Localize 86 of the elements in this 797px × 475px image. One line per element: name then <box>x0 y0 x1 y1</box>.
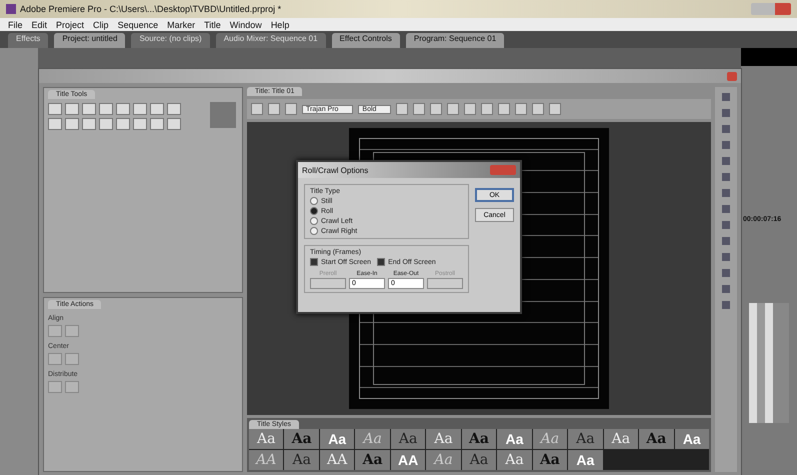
style-swatch[interactable]: AA <box>320 450 354 470</box>
align-icon[interactable] <box>48 353 62 365</box>
style-swatch[interactable]: Aa <box>604 429 638 449</box>
toolbar-icon[interactable] <box>498 103 510 115</box>
align-icon[interactable] <box>65 353 79 365</box>
panel-tab[interactable]: Effects <box>8 33 48 48</box>
close-icon[interactable] <box>727 72 737 80</box>
tool-icon[interactable] <box>48 103 62 115</box>
style-swatch[interactable]: Aa <box>497 450 532 470</box>
panel-tab[interactable]: Audio Mixer: Sequence 01 <box>216 33 326 48</box>
tool-icon[interactable] <box>167 118 181 130</box>
toolbar-icon[interactable] <box>396 103 408 115</box>
panel-tab[interactable]: Source: (no clips) <box>131 33 210 48</box>
tool-icon[interactable] <box>150 103 164 115</box>
menu-item[interactable]: Title <box>204 20 221 30</box>
toolbar-icon[interactable] <box>532 103 544 115</box>
menu-item[interactable]: Clip <box>93 20 109 30</box>
menu-item[interactable]: File <box>8 20 23 30</box>
style-swatch[interactable]: AA <box>390 450 426 470</box>
window-title: Adobe Premiere Pro - C:\Users\...\Desktop\TVBD\Untitled.prproj * <box>20 4 282 14</box>
style-swatch[interactable]: Aa <box>674 429 709 449</box>
tool-icon[interactable] <box>99 103 113 115</box>
align-icon[interactable] <box>65 381 79 393</box>
panel-tab[interactable]: Effect Controls <box>332 33 400 48</box>
menu-item[interactable]: Window <box>230 20 262 30</box>
menu-item[interactable]: Edit <box>32 20 48 30</box>
checkbox[interactable] <box>377 258 386 266</box>
style-swatch[interactable]: Aa <box>497 429 532 449</box>
style-swatch[interactable]: Aa <box>532 450 568 470</box>
panel-tab[interactable]: Program: Sequence 01 <box>406 33 504 48</box>
radio-button[interactable] <box>310 217 318 225</box>
menu-item[interactable]: Marker <box>167 20 196 30</box>
style-swatch[interactable]: Aa <box>568 429 603 449</box>
style-swatch[interactable]: Aa <box>284 450 319 470</box>
tool-icon[interactable] <box>133 103 147 115</box>
tool-icon[interactable] <box>150 118 164 130</box>
video-preview <box>741 48 797 66</box>
toolbar-icon[interactable] <box>285 103 297 115</box>
tool-icon[interactable] <box>48 118 62 130</box>
style-swatch[interactable]: Aa <box>355 450 390 470</box>
tool-icon[interactable] <box>82 103 96 115</box>
tool-icon[interactable] <box>65 118 79 130</box>
style-swatch[interactable]: Aa <box>462 450 496 470</box>
toolbar-icon[interactable] <box>447 103 460 115</box>
style-swatch[interactable]: Aa <box>355 429 390 449</box>
tool-icon[interactable] <box>82 118 96 130</box>
dialog-title: Roll/Crawl Options <box>302 166 368 174</box>
style-swatch[interactable]: Aa <box>568 450 603 470</box>
panel-tab[interactable]: Project: untitled <box>54 33 126 48</box>
toolbar-icon[interactable] <box>430 103 442 115</box>
toolbar-icon[interactable] <box>251 103 263 115</box>
style-swatch[interactable]: AA <box>249 450 284 470</box>
style-swatch[interactable]: Aa <box>462 429 496 449</box>
menu-item[interactable]: Help <box>270 20 290 30</box>
radio-button[interactable] <box>310 197 318 205</box>
radio-button[interactable] <box>310 227 318 235</box>
tool-icon[interactable] <box>65 103 79 115</box>
toolbar-icon[interactable] <box>515 103 528 115</box>
menu-item[interactable]: Sequence <box>118 20 158 30</box>
radio-button[interactable] <box>310 207 318 215</box>
tool-icon[interactable] <box>167 103 181 115</box>
tool-icon[interactable] <box>133 118 147 130</box>
toolbar-icon[interactable] <box>464 103 476 115</box>
toolbar-icon[interactable] <box>413 103 426 115</box>
style-swatch[interactable]: Aa <box>284 429 319 449</box>
font-preview-icon <box>210 102 236 128</box>
toolbar-icon[interactable] <box>268 103 280 115</box>
checkbox[interactable] <box>310 258 318 266</box>
menu-item[interactable]: Project <box>56 20 84 30</box>
align-icon[interactable] <box>65 325 79 337</box>
style-swatch[interactable]: Aa <box>320 429 354 449</box>
toolbar-icon[interactable] <box>481 103 494 115</box>
app-icon <box>6 4 16 14</box>
window-controls-icon[interactable] <box>751 3 791 15</box>
tool-icon[interactable] <box>116 118 130 130</box>
toolbar-icon[interactable] <box>549 103 562 115</box>
style-swatch[interactable]: Aa <box>426 450 461 470</box>
style-swatch[interactable]: Aa <box>390 429 426 449</box>
style-swatch[interactable]: Aa <box>532 429 568 449</box>
tool-icon[interactable] <box>116 103 130 115</box>
align-icon[interactable] <box>48 325 62 337</box>
tool-icon[interactable] <box>99 118 113 130</box>
style-swatch[interactable]: Aa <box>639 429 674 449</box>
align-icon[interactable] <box>48 381 62 393</box>
style-swatch[interactable]: Aa <box>249 429 284 449</box>
style-swatch[interactable]: Aa <box>426 429 461 449</box>
